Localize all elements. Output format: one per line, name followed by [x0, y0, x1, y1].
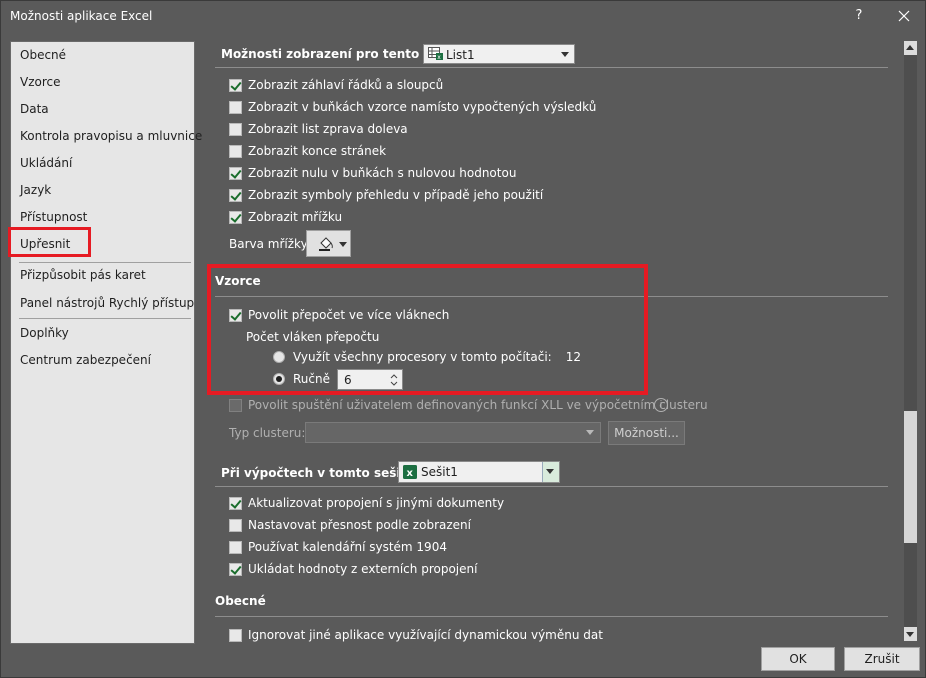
sidebar-item-language[interactable]: Jazyk — [20, 183, 51, 197]
workbook-select-value: Sešit1 — [421, 465, 458, 479]
formulas-highlight — [207, 264, 648, 395]
section-divider — [215, 486, 888, 487]
option-label: Povolit spuštění uživatelem definovaných… — [248, 398, 708, 412]
ok-button[interactable]: OK — [761, 647, 835, 671]
option-show-zero[interactable]: Zobrazit nulu v buňkách s nulovou hodnot… — [229, 164, 516, 182]
checkbox[interactable] — [229, 188, 242, 202]
option-ignore-dde[interactable]: Ignorovat jiné aplikace využívající dyna… — [229, 626, 603, 644]
checkbox — [229, 398, 242, 412]
sheet-select-value: List1 — [446, 48, 475, 62]
sidebar: Obecné Vzorce Data Kontrola pravopisu a … — [8, 41, 202, 644]
option-label: Zobrazit symboly přehledu v případě jeho… — [248, 188, 544, 202]
paint-bucket-icon — [319, 237, 333, 251]
window-title: Možnosti aplikace Excel — [10, 9, 153, 23]
sidebar-divider — [19, 262, 191, 263]
option-1904-date[interactable]: Používat kalendářní systém 1904 — [229, 538, 447, 556]
workbook-select[interactable]: x Sešit1 — [398, 461, 560, 483]
sidebar-divider — [19, 318, 191, 319]
info-icon[interactable]: i — [654, 398, 668, 412]
option-outline-symbols[interactable]: Zobrazit symboly přehledu v případě jeho… — [229, 186, 543, 204]
option-label: Zobrazit v buňkách vzorce namísto vypočt… — [248, 100, 597, 114]
cluster-type-select — [305, 422, 601, 443]
cluster-type-label: Typ clusteru: — [229, 426, 306, 440]
option-label: Aktualizovat propojení s jinými dokument… — [248, 496, 505, 510]
checkbox[interactable] — [229, 518, 242, 532]
grid-color-button[interactable] — [306, 230, 351, 257]
option-label: Zobrazit konce stránek — [248, 144, 387, 158]
excel-options-dialog: Možnosti aplikace Excel ? Obecné Vzorce … — [0, 0, 926, 678]
section-divider — [215, 67, 888, 68]
option-show-formulas[interactable]: Zobrazit v buňkách vzorce namísto vypočt… — [229, 98, 596, 116]
chevron-up-icon — [906, 45, 914, 50]
checkbox[interactable] — [229, 210, 242, 224]
checkbox[interactable] — [229, 144, 242, 158]
sheet-select[interactable]: x List1 — [423, 44, 575, 64]
excel-icon: x — [403, 465, 417, 479]
option-label: Zobrazit záhlaví řádků a sloupců — [248, 78, 444, 92]
chevron-down-icon — [339, 242, 347, 247]
section-divider — [215, 616, 888, 617]
help-button[interactable]: ? — [852, 8, 866, 24]
worksheet-icon: x — [428, 47, 443, 61]
option-update-links[interactable]: Aktualizovat propojení s jinými dokument… — [229, 494, 504, 512]
option-save-external-values[interactable]: Ukládat hodnoty z externích propojení — [229, 560, 477, 578]
option-show-headers[interactable]: Zobrazit záhlaví řádků a sloupců — [229, 76, 443, 94]
sidebar-item-addins[interactable]: Doplňky — [20, 326, 69, 340]
sidebar-item-obecne[interactable]: Obecné — [20, 48, 66, 62]
checkbox[interactable] — [229, 540, 242, 554]
display-sheet-heading: Možnosti zobrazení pro tento list: — [221, 47, 450, 61]
svg-text:x: x — [437, 54, 441, 61]
sidebar-item-save[interactable]: Ukládání — [20, 156, 72, 170]
close-icon — [898, 10, 910, 22]
option-label: Ignorovat jiné aplikace využívající dyna… — [248, 628, 603, 642]
scrollbar-thumb[interactable] — [904, 411, 917, 543]
chevron-down-icon — [546, 469, 554, 474]
checkbox[interactable] — [229, 562, 242, 576]
sidebar-item-trust-center[interactable]: Centrum zabezpečení — [20, 353, 151, 367]
checkbox[interactable] — [229, 100, 242, 114]
checkbox[interactable] — [229, 166, 242, 180]
checkbox[interactable] — [229, 78, 242, 92]
workbook-calc-heading: Při výpočtech v tomto sešitu: — [221, 466, 420, 480]
sidebar-item-customize-ribbon[interactable]: Přizpůsobit pás karet — [20, 268, 146, 282]
option-label: Nastavovat přesnost podle zobrazení — [248, 518, 471, 532]
sidebar-item-vzorce[interactable]: Vzorce — [20, 75, 61, 89]
option-xll-cluster: Povolit spuštění uživatelem definovaných… — [229, 396, 708, 414]
scroll-up-button[interactable] — [904, 41, 917, 55]
checkbox[interactable] — [229, 496, 242, 510]
option-label: Zobrazit list zprava doleva — [248, 122, 408, 136]
scrollbar[interactable] — [904, 41, 917, 641]
sidebar-item-accessibility[interactable]: Přístupnost — [20, 210, 87, 224]
option-label: Ukládat hodnoty z externích propojení — [248, 562, 478, 576]
option-gridlines[interactable]: Zobrazit mřížku — [229, 208, 342, 226]
grid-color-label: Barva mřížky — [229, 237, 308, 251]
cluster-options-button: Možnosti... — [608, 421, 685, 445]
option-right-to-left[interactable]: Zobrazit list zprava doleva — [229, 120, 408, 138]
sidebar-item-proofing[interactable]: Kontrola pravopisu a mluvnice — [20, 129, 202, 143]
option-precision-as-displayed[interactable]: Nastavovat přesnost podle zobrazení — [229, 516, 471, 534]
svg-text:x: x — [407, 468, 414, 479]
option-label: Zobrazit mřížku — [248, 210, 343, 224]
selected-item-highlight — [8, 227, 91, 257]
sidebar-item-data[interactable]: Data — [20, 102, 49, 116]
chevron-down-icon — [561, 52, 569, 57]
chevron-down-icon — [906, 632, 914, 637]
option-page-breaks[interactable]: Zobrazit konce stránek — [229, 142, 386, 160]
general-heading: Obecné — [215, 594, 266, 608]
option-label: Používat kalendářní systém 1904 — [248, 540, 447, 554]
cancel-button[interactable]: Zrušit — [844, 647, 920, 671]
checkbox[interactable] — [229, 628, 242, 642]
checkbox[interactable] — [229, 122, 242, 136]
option-label: Zobrazit nulu v buňkách s nulovou hodnot… — [248, 166, 517, 180]
close-button[interactable] — [893, 5, 915, 27]
chevron-down-icon — [586, 430, 594, 435]
scroll-down-button[interactable] — [904, 627, 917, 641]
sidebar-item-quick-access-toolbar[interactable]: Panel nástrojů Rychlý přístup — [20, 296, 194, 310]
